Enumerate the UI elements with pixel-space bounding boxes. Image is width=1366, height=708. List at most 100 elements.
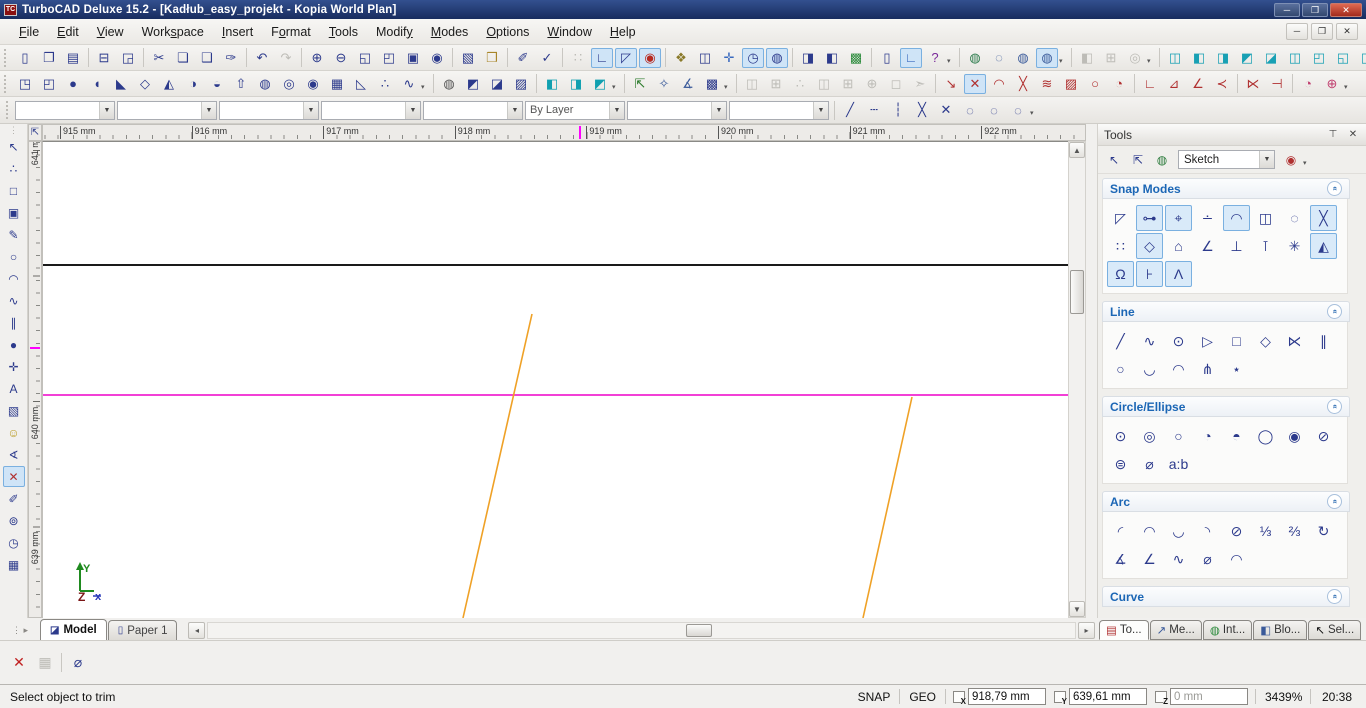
- segment-snap-icon[interactable]: ╱: [839, 100, 861, 120]
- ruler-origin-icon[interactable]: ⇱: [28, 124, 42, 141]
- chevron-down-icon[interactable]: ▼: [201, 101, 216, 119]
- tangent-arc-icon[interactable]: ⊘: [1223, 518, 1250, 544]
- nearest-on-graphic-icon[interactable]: ⊶: [1136, 205, 1163, 231]
- palette-tab-blo[interactable]: ◧ Blo...: [1253, 620, 1308, 640]
- copy-icon[interactable]: ❏: [172, 48, 194, 68]
- property-combobox-8[interactable]: ▼: [729, 100, 829, 120]
- select-tool-icon[interactable]: ↖: [1103, 150, 1125, 170]
- dash-snap-icon[interactable]: ┄: [863, 100, 885, 120]
- hemisphere-icon[interactable]: ◖: [86, 74, 108, 94]
- trim-icon[interactable]: ✕: [964, 73, 986, 94]
- picture-icon[interactable]: ▧: [3, 400, 25, 421]
- new-icon[interactable]: ▯: [14, 48, 36, 68]
- quadrant-point-snap-icon[interactable]: ◇: [1136, 233, 1163, 259]
- inner-rectangle-icon[interactable]: ▣: [3, 202, 25, 223]
- spline-icon[interactable]: ∿: [3, 290, 25, 311]
- zoom-selection-icon[interactable]: ◉: [426, 48, 448, 68]
- prism-icon[interactable]: ◇: [134, 74, 156, 94]
- vertical-scroll-thumb[interactable]: [1070, 270, 1084, 314]
- chevron-down-icon[interactable]: ▼: [303, 101, 318, 119]
- zoom-extents-icon[interactable]: ◰: [378, 48, 400, 68]
- chevron-down-icon[interactable]: ▼: [1259, 151, 1274, 168]
- ortho-snap-icon[interactable]: ⊺: [1252, 233, 1279, 259]
- revolve-icon[interactable]: ◍: [254, 74, 276, 94]
- quadrant-snap-icon[interactable]: ◌: [983, 100, 1005, 120]
- line-icon[interactable]: ╱: [1107, 328, 1134, 354]
- vertical-trace-icon[interactable]: ⊦: [1136, 261, 1163, 287]
- center-snap-icon[interactable]: ◌: [959, 100, 981, 120]
- undo-icon[interactable]: ↶: [251, 48, 273, 68]
- helix-icon[interactable]: ◎: [278, 74, 300, 94]
- dimension-icon[interactable]: ∢: [3, 444, 25, 465]
- ucs-rotate-icon[interactable]: ✧: [653, 74, 675, 94]
- menu-options[interactable]: Options: [477, 21, 538, 43]
- sphere-3d-icon[interactable]: ●: [3, 334, 25, 355]
- select-icon[interactable]: ↖: [3, 136, 25, 157]
- concentric-circle-icon[interactable]: ◎: [1136, 423, 1163, 449]
- ucs-axes-icon[interactable]: ⇱: [629, 74, 651, 94]
- expand-entity-icon[interactable]: ⊕: [1321, 74, 1343, 94]
- hatch-pattern-icon[interactable]: ▩: [701, 74, 723, 94]
- spell-check-icon[interactable]: ✓: [536, 48, 558, 68]
- view-bottom-icon[interactable]: ◫: [1284, 48, 1306, 68]
- chevron-up-icon[interactable]: »: [1327, 494, 1342, 509]
- boolean-union-icon[interactable]: ◧: [541, 74, 563, 94]
- intersection-snap-icon[interactable]: ✕: [935, 100, 957, 120]
- snap-indicator[interactable]: SNAP: [852, 690, 897, 704]
- palette-tab-sel[interactable]: ↖ Sel...: [1308, 620, 1362, 640]
- menu-modes[interactable]: Modes: [422, 21, 478, 43]
- tangent-snap-icon[interactable]: ∠: [1194, 233, 1221, 259]
- tangent-to-line-circle-icon[interactable]: ◯: [1252, 423, 1279, 449]
- property-combobox-2[interactable]: ▼: [117, 100, 217, 120]
- tabs-grip[interactable]: ⋮ ▸: [0, 625, 40, 640]
- paste-icon[interactable]: ❑: [196, 48, 218, 68]
- arc-center-snap-icon[interactable]: ◠: [1223, 205, 1250, 231]
- concentric-arc-icon[interactable]: ◠: [1136, 518, 1163, 544]
- menu-format[interactable]: Format: [262, 21, 320, 43]
- tangent-to-arc-circle-icon[interactable]: ◓: [1223, 423, 1250, 449]
- rotated-box-icon[interactable]: ◰: [38, 74, 60, 94]
- panel-splitter[interactable]: [1086, 124, 1097, 640]
- vertex-snap-icon[interactable]: ⌖: [1165, 205, 1192, 231]
- materials-palette-icon[interactable]: ▩: [845, 48, 867, 68]
- tangent-to-line-arc-icon[interactable]: ∠: [1136, 546, 1163, 572]
- ellipse-icon[interactable]: ⊜: [1107, 451, 1134, 477]
- move-3d-icon[interactable]: ✛: [3, 356, 25, 377]
- facet-snap-icon[interactable]: ◭: [1310, 233, 1337, 259]
- boolean-intersect-icon[interactable]: ◩: [589, 74, 611, 94]
- tangent-snap-icon[interactable]: ◌: [1007, 100, 1029, 120]
- section-header[interactable]: Snap Modes »: [1102, 178, 1350, 199]
- magnetic-point-icon[interactable]: Ω: [1107, 261, 1134, 287]
- pin-icon[interactable]: ⊤: [1326, 129, 1340, 140]
- perpendicular-snap-icon[interactable]: ⊥: [1223, 233, 1250, 259]
- mesh-icon[interactable]: ▦: [326, 74, 348, 94]
- elliptical-arc-icon[interactable]: ∿: [1165, 546, 1192, 572]
- tangent-to-arc-arc-icon[interactable]: ∡: [1107, 546, 1134, 572]
- cut-icon[interactable]: ✂: [148, 48, 170, 68]
- face-snap-icon[interactable]: ◫: [1252, 205, 1279, 231]
- minimize-button[interactable]: ─: [1274, 2, 1300, 17]
- scroll-right-arrow[interactable]: ▸: [1078, 622, 1095, 639]
- 3d-spline-icon[interactable]: ∿: [398, 74, 420, 94]
- facet-sphere-icon[interactable]: ▨: [510, 74, 532, 94]
- section-header[interactable]: Arc »: [1102, 491, 1350, 512]
- cancel-icon[interactable]: ✕: [7, 652, 31, 674]
- rotated-elliptical-arc-icon[interactable]: ⌀: [1194, 546, 1221, 572]
- align-icon[interactable]: ⊣: [1266, 74, 1288, 94]
- chamfer-angle-icon[interactable]: ∠: [1187, 74, 1209, 94]
- view-iso-ne-icon[interactable]: ◲: [1356, 48, 1366, 68]
- doc-tab-paper1[interactable]: ▯ Paper 1: [107, 620, 178, 640]
- loft-icon[interactable]: ◩: [462, 74, 484, 94]
- x-coordinate-field[interactable]: [968, 688, 1046, 705]
- property-combobox-5[interactable]: ▼: [423, 100, 523, 120]
- workplane-snap-icon[interactable]: ⌂: [1165, 233, 1192, 259]
- copy-profile-icon[interactable]: ◨: [797, 48, 819, 68]
- two-point-circle-icon[interactable]: ○: [1165, 423, 1192, 449]
- polygon-center-icon[interactable]: ⊙: [1165, 328, 1192, 354]
- property-combobox-7[interactable]: ▼: [627, 100, 727, 120]
- zoom-out-icon[interactable]: ⊖: [330, 48, 352, 68]
- extrude-face-icon[interactable]: ◍: [438, 74, 460, 94]
- y-coordinate-field[interactable]: [1069, 688, 1147, 705]
- view-iso-sw-icon[interactable]: ◱: [1332, 48, 1354, 68]
- camera-icon[interactable]: ◷: [742, 47, 764, 68]
